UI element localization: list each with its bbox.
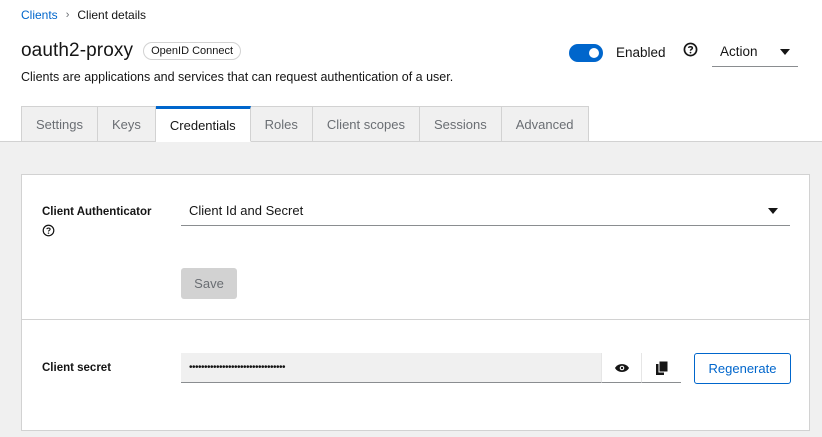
tab-sessions[interactable]: Sessions (419, 106, 502, 142)
client-tabs: Settings Keys Credentials Roles Client s… (21, 106, 589, 142)
protocol-badge: OpenID Connect (143, 42, 242, 60)
client-secret-field[interactable]: •••••••••••••••••••••••••••••••• (181, 353, 601, 383)
breadcrumb-current: Client details (77, 8, 147, 22)
copy-icon (655, 360, 668, 375)
help-icon[interactable] (42, 224, 55, 237)
tab-keys[interactable]: Keys (97, 106, 156, 142)
breadcrumb-clients-link[interactable]: Clients (21, 8, 58, 22)
copy-secret-button[interactable] (641, 353, 681, 383)
page-title: oauth2-proxy (21, 40, 134, 61)
tab-advanced[interactable]: Advanced (501, 106, 589, 142)
action-label: Action (720, 44, 758, 59)
tab-client-scopes[interactable]: Client scopes (312, 106, 420, 142)
client-authenticator-label: Client Authenticator (42, 206, 152, 218)
toggle-knob (589, 48, 599, 58)
breadcrumb-separator: › (65, 9, 70, 21)
action-dropdown[interactable]: Action (712, 37, 798, 67)
client-authenticator-select[interactable]: Client Id and Secret (181, 196, 790, 226)
client-authenticator-value: Client Id and Secret (189, 203, 304, 218)
client-secret-label: Client secret (42, 362, 112, 374)
credentials-card: Client Authenticator Client Id and Secre… (21, 174, 810, 431)
tab-settings[interactable]: Settings (21, 106, 98, 142)
enabled-label: Enabled (616, 45, 666, 60)
show-secret-button[interactable] (601, 353, 641, 383)
enabled-toggle[interactable] (569, 44, 603, 62)
title-row: oauth2-proxy OpenID Connect (21, 40, 242, 62)
caret-down-icon (780, 48, 790, 55)
caret-down-icon (768, 207, 778, 214)
page-subtitle: Clients are applications and services th… (21, 70, 454, 84)
tab-credentials[interactable]: Credentials (155, 106, 251, 142)
help-icon[interactable] (683, 42, 698, 57)
regenerate-button[interactable]: Regenerate (694, 353, 791, 384)
card-divider (22, 319, 809, 320)
eye-icon (614, 363, 629, 372)
save-button[interactable]: Save (181, 268, 237, 299)
tab-roles[interactable]: Roles (250, 106, 313, 142)
breadcrumb: Clients › Client details (21, 8, 146, 22)
